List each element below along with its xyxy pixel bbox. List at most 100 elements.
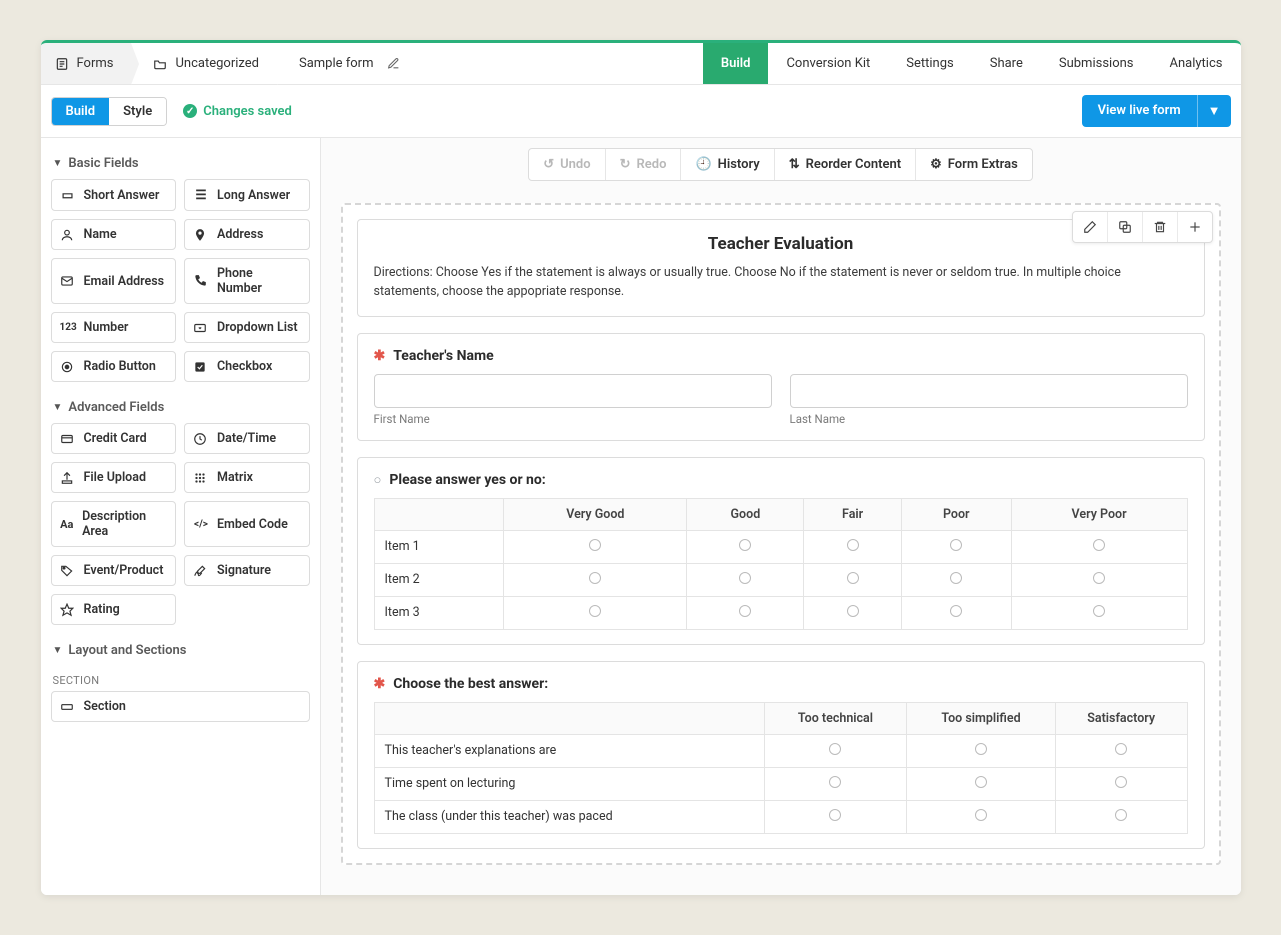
radio-cell[interactable] [975, 776, 987, 788]
checkbox-icon [193, 360, 209, 374]
radio-cell[interactable] [829, 809, 841, 821]
radio-cell[interactable] [1115, 809, 1127, 821]
first-name-input[interactable] [374, 374, 772, 408]
radio-cell[interactable] [975, 743, 987, 755]
radio-cell[interactable] [1093, 605, 1105, 617]
field-embed-code[interactable]: </>Embed Code [184, 501, 310, 547]
crumb-form[interactable]: Sample form [277, 43, 419, 84]
field-dropdown[interactable]: Dropdown List [184, 312, 310, 343]
col-header: Satisfactory [1055, 702, 1187, 734]
crumb-form-label: Sample form [299, 56, 374, 71]
toggle-build[interactable]: Build [52, 98, 110, 125]
section-layout[interactable]: ▼ Layout and Sections [41, 633, 320, 666]
radio-cell[interactable] [847, 605, 859, 617]
rename-form-icon[interactable] [387, 57, 400, 70]
forms-icon [55, 57, 69, 71]
field-long-answer[interactable]: ☰Long Answer [184, 179, 310, 211]
save-status-label: Changes saved [203, 104, 292, 119]
col-header: Poor [901, 498, 1011, 530]
radio-cell[interactable] [950, 572, 962, 584]
radio-cell[interactable] [1115, 776, 1127, 788]
field-rating[interactable]: Rating [51, 594, 177, 625]
form-title: Teacher Evaluation [374, 234, 1188, 254]
matrix-q3: Too technical Too simplified Satisfactor… [374, 702, 1188, 834]
radio-cell[interactable] [1115, 743, 1127, 755]
tag-icon [60, 564, 76, 578]
field-event-product[interactable]: Event/Product [51, 555, 177, 586]
field-matrix[interactable]: Matrix [184, 462, 310, 493]
radio-cell[interactable] [589, 572, 601, 584]
field-phone[interactable]: Phone Number [184, 258, 310, 304]
tab-submissions[interactable]: Submissions [1041, 43, 1152, 84]
tab-analytics[interactable]: Analytics [1152, 43, 1241, 84]
tab-share[interactable]: Share [972, 43, 1041, 84]
duplicate-block-button[interactable] [1108, 212, 1143, 242]
field-description-area[interactable]: AaDescription Area [51, 501, 177, 547]
field-email[interactable]: Email Address [51, 258, 177, 304]
tab-settings[interactable]: Settings [888, 43, 971, 84]
reorder-button[interactable]: ⇅ Reorder Content [775, 149, 916, 180]
section-advanced-fields[interactable]: ▼ Advanced Fields [41, 390, 320, 423]
basic-fields-grid: ▭Short Answer ☰Long Answer Name Address … [41, 179, 320, 390]
field-checkbox[interactable]: Checkbox [184, 351, 310, 382]
field-address[interactable]: Address [184, 219, 310, 250]
field-short-answer[interactable]: ▭Short Answer [51, 179, 177, 211]
radio-cell[interactable] [829, 743, 841, 755]
redo-button[interactable]: ↻ Redo [606, 149, 682, 180]
tab-conversion-kit[interactable]: Conversion Kit [768, 43, 888, 84]
field-section[interactable]: Section [51, 691, 310, 722]
edit-block-button[interactable] [1073, 212, 1108, 242]
section-basic-label: Basic Fields [68, 156, 138, 171]
question-label: Choose the best answer: [393, 676, 548, 692]
form-extras-button[interactable]: ⚙ Form Extras [916, 149, 1032, 180]
field-file-upload[interactable]: File Upload [51, 462, 177, 493]
check-icon: ✓ [183, 104, 197, 118]
signature-icon [193, 564, 209, 578]
radio-cell[interactable] [739, 605, 751, 617]
add-block-button[interactable] [1178, 212, 1212, 242]
topbar: Forms Uncategorized Sample form Build Co… [41, 43, 1241, 85]
table-row: Item 2 [374, 563, 1187, 596]
crumb-folder[interactable]: Uncategorized [131, 43, 276, 84]
radio-cell[interactable] [1093, 539, 1105, 551]
short-answer-icon: ▭ [60, 187, 76, 203]
radio-cell[interactable] [950, 539, 962, 551]
field-datetime[interactable]: Date/Time [184, 423, 310, 454]
history-button[interactable]: 🕘 History [681, 149, 774, 180]
radio-cell[interactable] [847, 572, 859, 584]
field-name[interactable]: Name [51, 219, 177, 250]
matrix-q2: Very Good Good Fair Poor Very Poor Item … [374, 498, 1188, 630]
radio-cell[interactable] [847, 539, 859, 551]
undo-button[interactable]: ↺ Undo [529, 149, 605, 180]
history-icon: 🕘 [695, 157, 711, 172]
field-radio[interactable]: Radio Button [51, 351, 177, 382]
radio-cell[interactable] [739, 572, 751, 584]
question-best-answer-matrix[interactable]: ✱ Choose the best answer: Too technical … [357, 661, 1205, 849]
radio-cell[interactable] [950, 605, 962, 617]
build-style-toggle: Build Style [51, 97, 168, 126]
col-header: Good [687, 498, 804, 530]
radio-cell[interactable] [589, 539, 601, 551]
table-row: Time spent on lecturing [374, 767, 1187, 800]
last-name-input[interactable] [790, 374, 1188, 408]
tab-build[interactable]: Build [703, 43, 769, 84]
view-live-button[interactable]: View live form [1082, 95, 1197, 127]
field-credit-card[interactable]: Credit Card [51, 423, 177, 454]
section-basic-fields[interactable]: ▼ Basic Fields [41, 146, 320, 179]
delete-block-button[interactable] [1143, 212, 1178, 242]
radio-cell[interactable] [829, 776, 841, 788]
field-number[interactable]: 123Number [51, 312, 177, 343]
question-teachers-name[interactable]: ✱ Teacher's Name First Name Last Name [357, 333, 1205, 441]
radio-cell[interactable] [1093, 572, 1105, 584]
crumb-forms[interactable]: Forms [41, 43, 132, 84]
view-live-dropdown[interactable]: ▼ [1197, 95, 1231, 127]
radio-cell[interactable] [739, 539, 751, 551]
question-yes-no-matrix[interactable]: ○ Please answer yes or no: Very Good Goo… [357, 457, 1205, 645]
code-icon: </> [193, 519, 209, 530]
field-signature[interactable]: Signature [184, 555, 310, 586]
clock-icon [193, 432, 209, 446]
crumb-forms-label: Forms [77, 56, 114, 71]
radio-cell[interactable] [975, 809, 987, 821]
toggle-style[interactable]: Style [109, 98, 166, 125]
radio-cell[interactable] [589, 605, 601, 617]
